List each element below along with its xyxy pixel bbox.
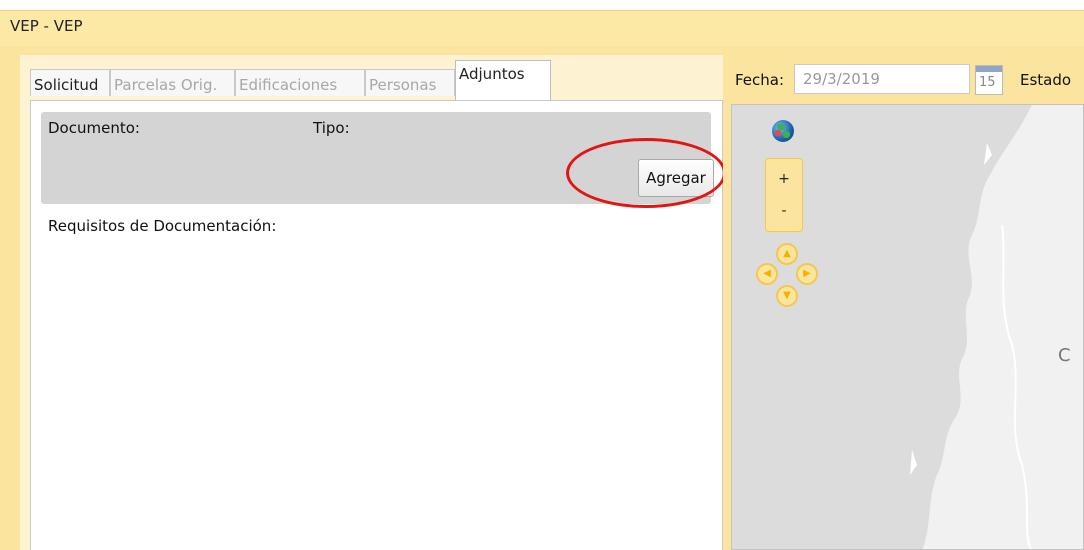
tab-solicitud[interactable]: Solicitud [30, 69, 110, 96]
pan-down-icon[interactable]: ▼ [776, 285, 798, 307]
calendar-icon[interactable]: 15 [975, 65, 1003, 95]
tab-adjuntos[interactable]: Adjuntos [455, 60, 551, 101]
requisitos-label: Requisitos de Documentación: [48, 217, 277, 235]
tipo-label: Tipo: [313, 119, 350, 137]
documento-label: Documento: [48, 119, 140, 137]
zoom-out-button[interactable]: - [766, 203, 802, 219]
window-top [0, 0, 1084, 10]
window-titlebar: VEP - VEP [0, 10, 1084, 46]
globe-land-2 [783, 131, 790, 138]
tab-parcelas-orig[interactable]: Parcelas Orig. [110, 69, 235, 96]
globe-land-3 [775, 130, 781, 136]
zoom-in-button[interactable]: + [766, 171, 802, 187]
map-label-c: C [1058, 345, 1071, 366]
tab-edificaciones[interactable]: Edificaciones [235, 69, 365, 96]
map-view[interactable]: + - ▲ ◀ ▶ ▼ C [731, 104, 1084, 550]
zoom-control: + - [765, 158, 803, 232]
pan-right-icon[interactable]: ▶ [796, 263, 818, 285]
highlight-circle [566, 138, 726, 208]
estado-label: Estado [1020, 71, 1072, 89]
pan-left-icon[interactable]: ◀ [756, 263, 778, 285]
tab-personas[interactable]: Personas [365, 69, 455, 96]
fecha-field[interactable] [794, 64, 970, 94]
pan-up-icon[interactable]: ▲ [776, 243, 798, 265]
fecha-label: Fecha: [735, 71, 785, 89]
globe-icon[interactable] [772, 120, 794, 142]
window-title: VEP - VEP [10, 17, 83, 35]
calendar-header-bar [976, 66, 1002, 72]
calendar-number: 15 [979, 75, 996, 90]
